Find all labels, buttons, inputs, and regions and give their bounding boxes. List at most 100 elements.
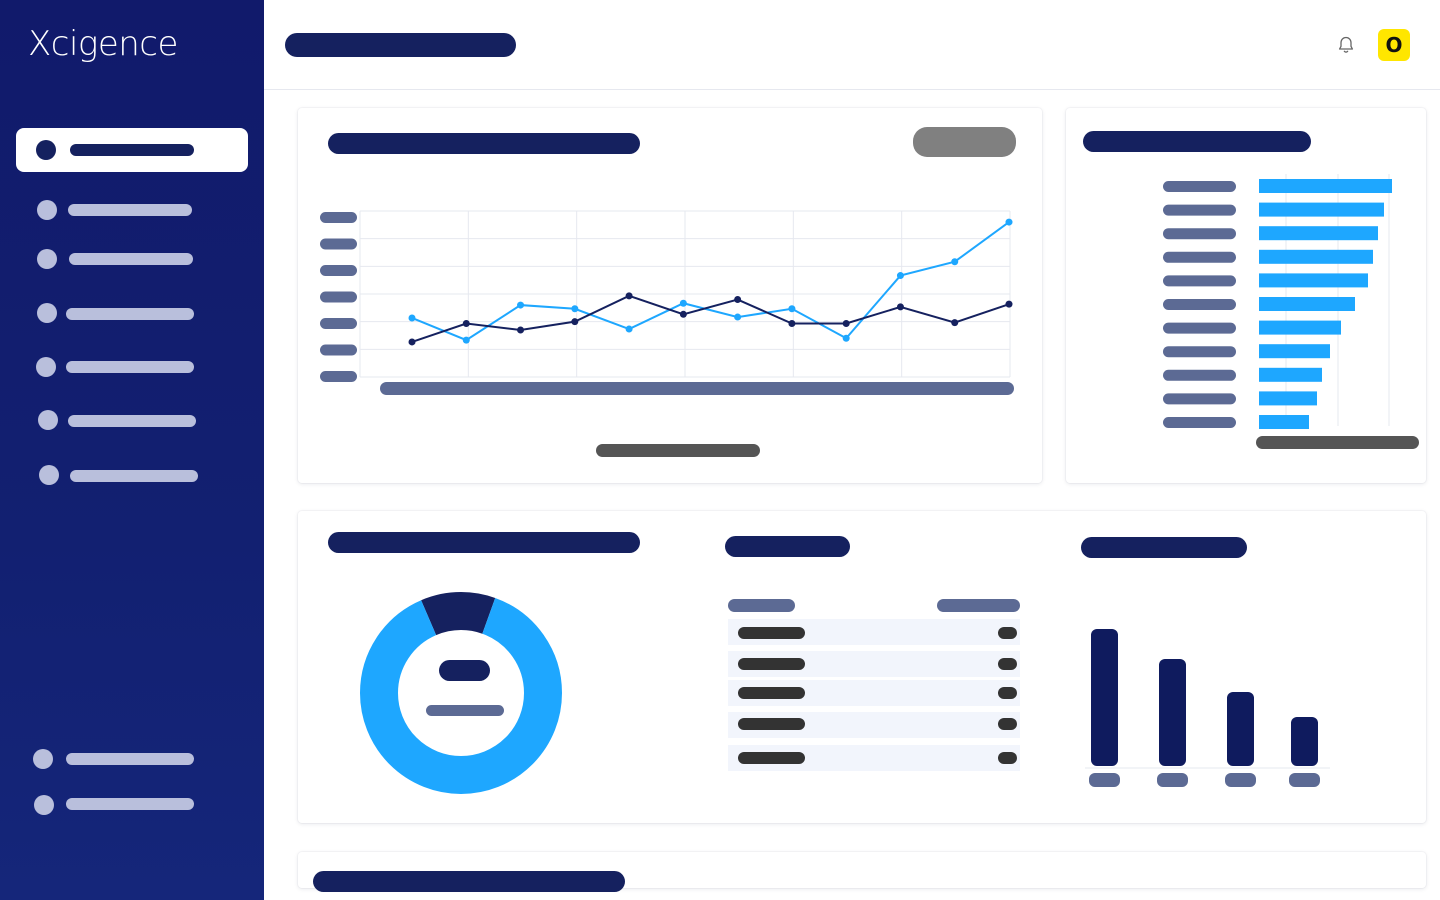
vbar-category-label <box>1157 773 1188 787</box>
y-tick-label <box>320 212 357 223</box>
sidebar-item-6[interactable] <box>16 398 248 442</box>
vbar-bar <box>1291 717 1318 766</box>
sidebar-item-label <box>66 361 194 373</box>
series-2-point <box>788 320 796 328</box>
series-1-point <box>408 314 416 322</box>
sidebar-item-label <box>69 253 193 265</box>
sidebar-item-label <box>66 753 194 765</box>
sidebar-item-5[interactable] <box>16 345 248 389</box>
hbar-bar <box>1259 367 1322 382</box>
series-2-point <box>462 320 470 328</box>
sidebar-item-1[interactable] <box>16 128 248 172</box>
sidebar-item-3[interactable] <box>16 237 248 281</box>
y-tick-label <box>320 291 357 303</box>
sidebar-item-label <box>68 415 196 427</box>
row-name <box>738 627 805 639</box>
series-1-point <box>679 299 687 307</box>
y-tick-label <box>320 265 357 276</box>
row-name <box>738 752 805 764</box>
vbar-bar <box>1159 659 1186 766</box>
nav-icon <box>38 410 58 430</box>
hbar-bar <box>1259 391 1317 406</box>
row-name <box>738 687 805 699</box>
row-count <box>998 658 1017 670</box>
hbar-category-label <box>1163 346 1236 358</box>
series-1-point <box>625 325 633 333</box>
nav-icon <box>34 795 54 815</box>
hbar-bar <box>1259 249 1373 264</box>
series-1-point <box>571 305 579 313</box>
vbar-chart <box>1085 629 1330 787</box>
hbar-bar <box>1259 273 1368 288</box>
table-header-name <box>728 599 795 612</box>
hbar-bar <box>1259 320 1341 335</box>
row-count <box>998 627 1017 639</box>
series-1-point <box>951 258 959 266</box>
sidebar: Xcigence <box>0 0 264 900</box>
sidebar-item-7[interactable] <box>16 453 248 497</box>
nav-icon <box>33 749 53 769</box>
series-2-point <box>571 318 579 326</box>
hbar-bar <box>1259 297 1355 311</box>
y-tick-label <box>320 238 357 250</box>
hbar-category-label <box>1163 228 1236 240</box>
vbar-title <box>1081 537 1247 558</box>
app-logo[interactable]: Xcigence <box>28 24 178 64</box>
table-row[interactable] <box>728 712 1020 738</box>
hbar-category-label <box>1163 181 1236 192</box>
series-line-1 <box>411 221 1010 342</box>
series-2-point <box>734 296 742 304</box>
series-1-point <box>517 301 525 309</box>
sidebar-item-settings[interactable] <box>16 737 248 781</box>
sidebar-item-label <box>70 144 194 156</box>
table-row[interactable] <box>728 651 1020 677</box>
sidebar-item-logout[interactable] <box>16 783 248 827</box>
nav-icon <box>37 200 57 220</box>
table-row[interactable] <box>728 680 1020 706</box>
sidebar-item-2[interactable] <box>16 188 248 232</box>
series-2-point <box>896 303 904 311</box>
table-row[interactable] <box>728 745 1020 771</box>
x-axis-title <box>596 444 760 457</box>
donut-slice-2 <box>360 592 562 794</box>
series-2-point <box>842 320 850 328</box>
hbar-chart <box>1163 174 1419 449</box>
hbar-category-label <box>1163 369 1236 381</box>
hbar-bar <box>1259 202 1384 217</box>
hbar-bar <box>1259 179 1392 193</box>
hbar-bar <box>1259 415 1309 429</box>
sidebar-item-4[interactable] <box>16 291 248 335</box>
nav-icon <box>39 465 59 485</box>
vbar-bar <box>1091 629 1118 766</box>
y-tick-label <box>320 371 357 382</box>
line-chart <box>320 210 1014 457</box>
hbar-bar <box>1259 226 1378 241</box>
series-1-point <box>462 336 470 344</box>
hbar-bar <box>1259 344 1330 359</box>
series-2-point <box>1005 300 1013 308</box>
nav-icon <box>37 249 57 269</box>
bell-icon[interactable] <box>1336 35 1356 55</box>
row-count <box>998 752 1017 764</box>
series-2-point <box>951 319 959 327</box>
y-tick-label <box>320 318 357 329</box>
x-tick-labels <box>1256 436 1419 449</box>
series-1-point <box>788 305 796 313</box>
hbar-category-label <box>1163 417 1236 428</box>
sidebar-item-label <box>66 798 194 810</box>
hbar-category-label <box>1163 299 1236 310</box>
series-2-point <box>517 326 525 334</box>
page-title <box>285 33 516 57</box>
hbar-category-label <box>1163 322 1236 334</box>
row-name <box>738 718 805 730</box>
sidebar-item-label <box>68 204 192 216</box>
hbar-category-label <box>1163 251 1236 263</box>
user-avatar[interactable]: O <box>1378 29 1410 61</box>
donut-center-value <box>439 660 490 681</box>
table-row[interactable] <box>728 619 1020 645</box>
sidebar-item-label <box>66 308 194 320</box>
series-line-2 <box>411 294 1010 343</box>
x-tick-labels <box>380 382 1014 395</box>
hbar-category-label <box>1163 204 1236 216</box>
dashboard-app: Xcigence O <box>0 0 1440 900</box>
